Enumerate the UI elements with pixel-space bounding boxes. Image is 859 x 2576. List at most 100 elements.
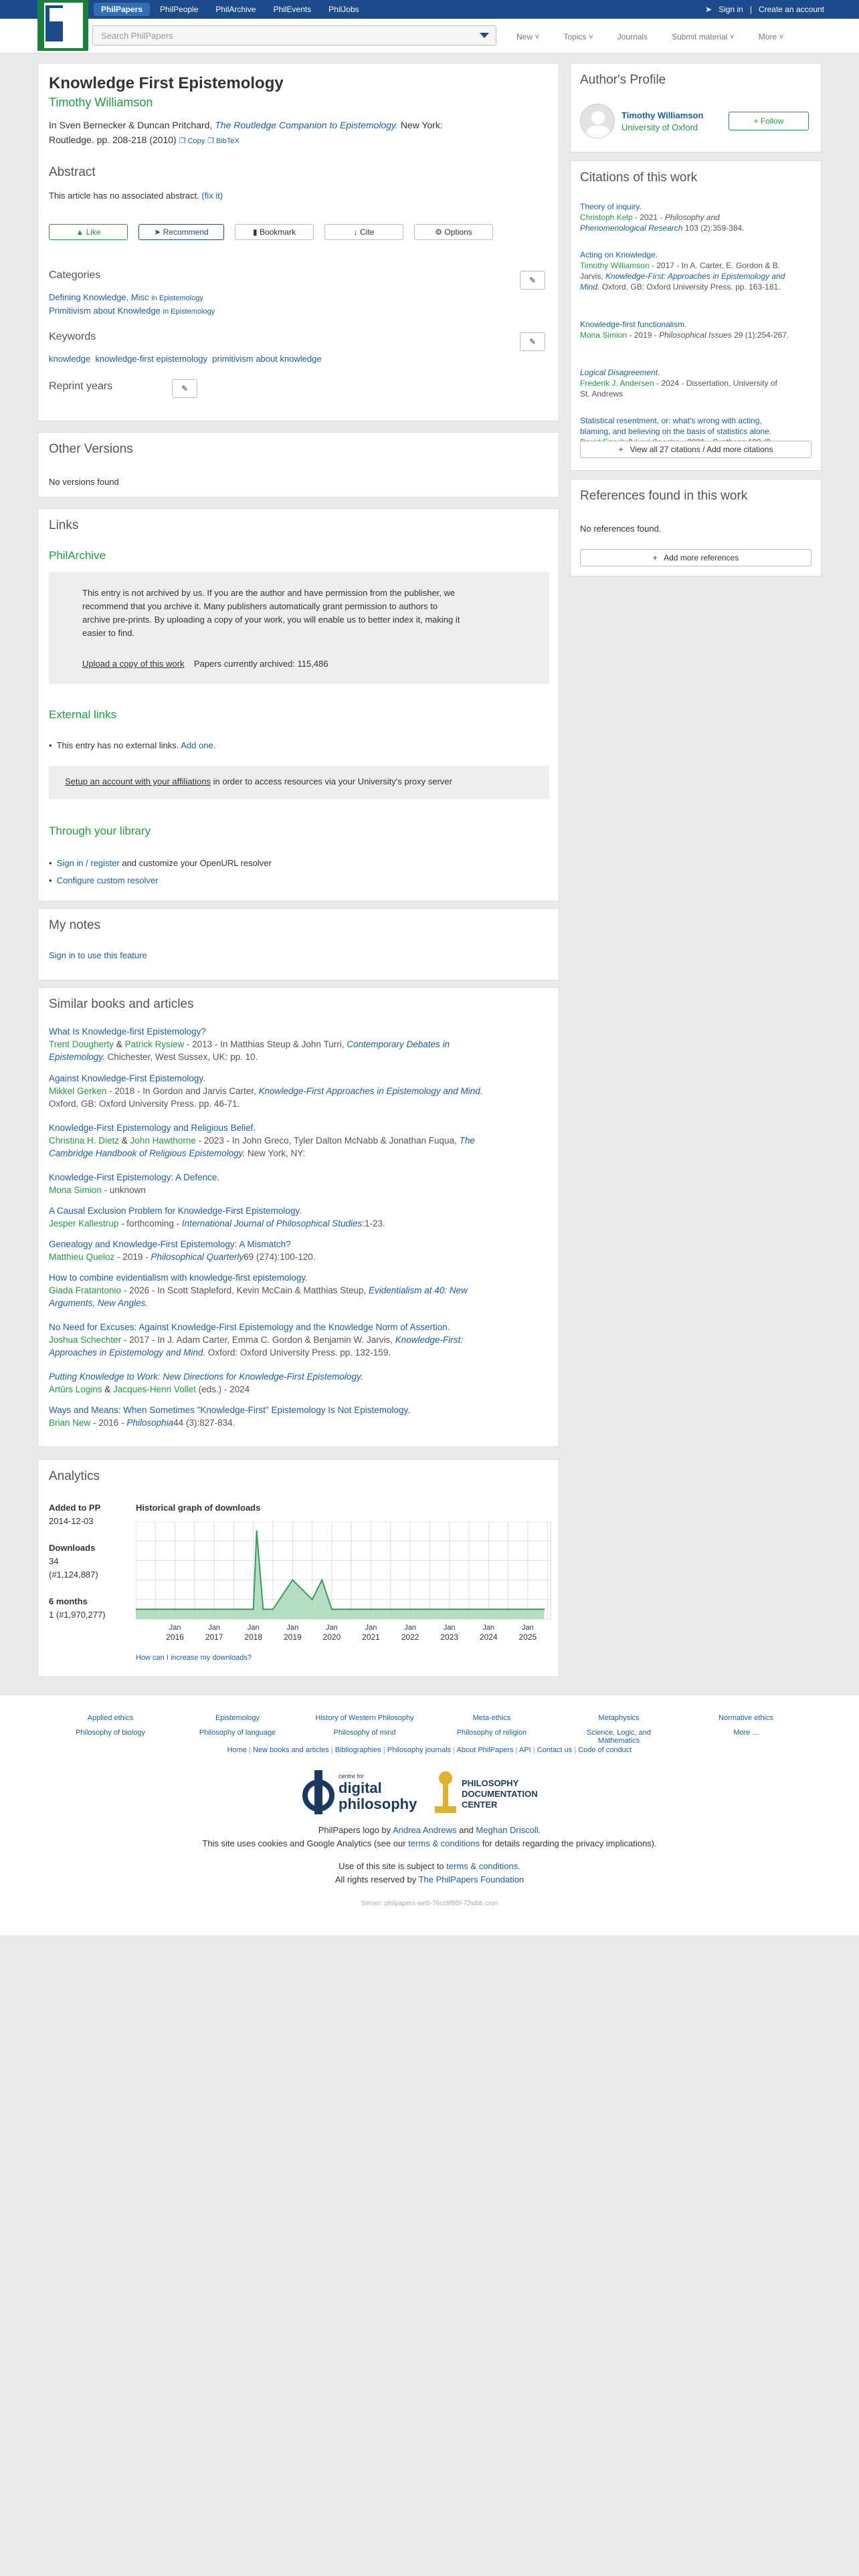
pdc-logo[interactable]: PHILOSOPHY DOCUMENTATION CENTER bbox=[432, 1769, 546, 1816]
footer-topic-link[interactable]: Philosophy of biology bbox=[60, 1729, 161, 1745]
similar-item-venue[interactable]: Cambridge Handbook of Religious Epistemo… bbox=[49, 1148, 248, 1158]
citation-journal[interactable]: Knowledge-First: Approaches in Epistemol… bbox=[605, 272, 785, 281]
nav-philarchive[interactable]: PhilArchive bbox=[208, 3, 263, 16]
recommend-button[interactable]: ➤ Recommend bbox=[138, 224, 224, 240]
citation-book-link[interactable]: The Routledge Companion to Epistemology. bbox=[215, 120, 398, 130]
similar-item-venue[interactable]: Contemporary Debates in bbox=[347, 1039, 450, 1049]
similar-item-author[interactable]: Joshua Schechter bbox=[49, 1335, 121, 1345]
similar-item-title[interactable]: Ways and Means: When Sometimes "Knowledg… bbox=[49, 1404, 557, 1416]
nav-philpeople[interactable]: PhilPeople bbox=[153, 3, 205, 16]
options-button[interactable]: ⚙ Options bbox=[414, 224, 493, 240]
similar-item-venue[interactable]: Evidentialism at 40: New bbox=[369, 1285, 468, 1295]
similar-item-author[interactable]: Artūrs Logins bbox=[49, 1384, 102, 1394]
menu-more[interactable]: More ˅ bbox=[759, 32, 784, 41]
cite-button[interactable]: ↓ Cite bbox=[324, 224, 403, 240]
similar-item-author[interactable]: John Hawthorne bbox=[130, 1136, 196, 1146]
citation-title[interactable]: Logical Disagreement. bbox=[580, 367, 814, 378]
citation-title[interactable]: Acting on Knowledge. bbox=[580, 249, 814, 260]
follow-button[interactable]: + Follow bbox=[729, 112, 809, 130]
sign-in-link[interactable]: Sign in bbox=[719, 5, 743, 14]
citation-title[interactable]: Theory of inquiry. bbox=[580, 201, 814, 212]
similar-item-title[interactable]: Putting Knowledge to Work: New Direction… bbox=[49, 1370, 557, 1383]
credit-link-2[interactable]: Meghan Driscoll. bbox=[476, 1825, 541, 1835]
footer-topic-link[interactable]: More ... bbox=[696, 1729, 796, 1745]
menu-new[interactable]: New ˅ bbox=[516, 32, 539, 41]
bibtex-link[interactable]: ❐ BibTeX bbox=[207, 137, 240, 145]
footer-topic-link[interactable]: Meta-ethics bbox=[442, 1714, 542, 1722]
nav-philevents[interactable]: PhilEvents bbox=[266, 3, 318, 16]
credit-link-1[interactable]: Andrea Andrews bbox=[393, 1825, 456, 1835]
similar-item-author[interactable]: Jesper Kallestrup bbox=[49, 1218, 118, 1228]
similar-item-venue[interactable]: Approaches in Epistemology and Mind. bbox=[49, 1348, 208, 1358]
edit-reprint-icon[interactable]: ✎ bbox=[172, 379, 197, 398]
footer-topic-link[interactable]: History of Western Philosophy bbox=[314, 1714, 415, 1722]
footer-topic-link[interactable]: Philosophy of mind bbox=[314, 1729, 415, 1745]
similar-item-author[interactable]: Patrick Rysiew bbox=[125, 1039, 185, 1049]
terms-link-2[interactable]: terms & conditions. bbox=[446, 1861, 520, 1871]
keyword-link[interactable]: primitivism about knowledge bbox=[212, 354, 321, 364]
keyword-link[interactable]: knowledge-first epistemology bbox=[95, 354, 207, 364]
configure-resolver-link[interactable]: Configure custom resolver bbox=[57, 875, 159, 885]
footer-link[interactable]: Philosophy journals bbox=[387, 1746, 451, 1754]
footer-link[interactable]: Home bbox=[227, 1746, 247, 1754]
citation-author[interactable]: Timothy Williamson bbox=[580, 261, 650, 270]
similar-item-venue[interactable]: Knowledge-First: bbox=[395, 1335, 463, 1345]
footer-link[interactable]: Contact us bbox=[537, 1746, 573, 1754]
category-1[interactable]: Defining Knowledge, Misc in Epistemology bbox=[49, 292, 203, 302]
view-all-citations-button[interactable]: + View all 27 citations / Add more citat… bbox=[580, 441, 812, 458]
nav-philjobs[interactable]: PhilJobs bbox=[321, 3, 366, 16]
citation-journal[interactable]: Mind. bbox=[580, 282, 602, 292]
citation-author[interactable]: Mona Simion bbox=[580, 330, 627, 340]
similar-item-title[interactable]: What Is Knowledge-first Epistemology? bbox=[49, 1025, 557, 1038]
philarchive-heading[interactable]: PhilArchive bbox=[49, 549, 106, 562]
similar-item-venue[interactable]: Arguments, New Angles. bbox=[49, 1298, 148, 1308]
similar-item-venue[interactable]: Epistemology. bbox=[49, 1052, 108, 1062]
affiliation-link[interactable]: Setup an account with your affiliations bbox=[65, 776, 211, 786]
footer-topic-link[interactable]: Philosophy of language bbox=[187, 1729, 288, 1745]
create-account-link[interactable]: Create an account bbox=[759, 5, 824, 14]
similar-item-title[interactable]: Knowledge-First Epistemology and Religio… bbox=[49, 1121, 557, 1134]
citation-title[interactable]: Statistical resentment, or: what's wrong… bbox=[580, 415, 814, 426]
edit-keywords-icon[interactable]: ✎ bbox=[520, 332, 545, 351]
citation-author[interactable]: Frederik J. Andersen bbox=[580, 379, 654, 388]
citation-title-2[interactable]: blaming, and believing on the basis of s… bbox=[580, 426, 814, 437]
profile-affiliation[interactable]: University of Oxford bbox=[622, 122, 698, 132]
similar-item-title[interactable]: How to combine evidentialism with knowle… bbox=[49, 1271, 557, 1284]
category-2[interactable]: Primitivism about Knowledge in Epistemol… bbox=[49, 306, 215, 316]
footer-link[interactable]: Bibliographies bbox=[335, 1746, 381, 1754]
footer-link[interactable]: Code of conduct bbox=[578, 1746, 632, 1754]
like-button[interactable]: ▲ Like bbox=[49, 224, 128, 240]
search-dropdown-icon[interactable] bbox=[480, 33, 489, 38]
similar-item-author[interactable]: Jacques-Henri Vollet bbox=[113, 1384, 196, 1394]
similar-item-author[interactable]: Mikkel Gerken bbox=[49, 1086, 106, 1096]
avatar[interactable] bbox=[580, 104, 615, 138]
similar-item-author[interactable]: Christina H. Dietz bbox=[49, 1136, 119, 1146]
citation-author[interactable]: Christoph Kelp bbox=[580, 213, 633, 222]
footer-topic-link[interactable]: Epistemology bbox=[187, 1714, 288, 1722]
similar-item-author[interactable]: Trent Dougherty bbox=[49, 1039, 114, 1049]
profile-name[interactable]: Timothy Williamson bbox=[622, 110, 703, 120]
copy-link[interactable]: ❐ Copy bbox=[179, 137, 205, 145]
footer-link[interactable]: API bbox=[519, 1746, 531, 1754]
similar-item-author[interactable]: Brian New bbox=[49, 1418, 90, 1428]
similar-item-title[interactable]: A Causal Exclusion Problem for Knowledge… bbox=[49, 1204, 557, 1217]
citation-title[interactable]: Knowledge-first functionalism. bbox=[580, 319, 814, 330]
philpapers-logo[interactable] bbox=[37, 0, 88, 51]
sign-in-register-link[interactable]: Sign in / register bbox=[57, 858, 120, 868]
citation-journal[interactable]: Phenomenological Research bbox=[580, 223, 685, 233]
footer-topic-link[interactable]: Metaphysics bbox=[569, 1714, 669, 1722]
similar-item-title[interactable]: Against Knowledge-First Epistemology. bbox=[49, 1072, 557, 1085]
similar-item-author[interactable]: Matthieu Queloz bbox=[49, 1252, 114, 1262]
similar-item-author[interactable]: Mona Simion bbox=[49, 1185, 102, 1195]
search-input[interactable]: Search PhilPapers bbox=[92, 25, 496, 45]
menu-journals[interactable]: Journals bbox=[617, 32, 648, 41]
citation-journal[interactable]: Philosophical Issues bbox=[659, 330, 734, 340]
similar-item-title[interactable]: Knowledge-First Epistemology: A Defence. bbox=[49, 1171, 557, 1184]
notes-signin-link[interactable]: Sign in to use this feature bbox=[49, 950, 147, 960]
edit-categories-icon[interactable]: ✎ bbox=[520, 271, 545, 290]
terms-link[interactable]: terms & conditions bbox=[408, 1838, 480, 1848]
fix-it-link[interactable]: (fix it) bbox=[201, 191, 223, 201]
similar-item-venue[interactable]: The bbox=[460, 1136, 475, 1146]
similar-item-venue[interactable]: Philosophia bbox=[126, 1418, 173, 1428]
menu-submit[interactable]: Submit material ˅ bbox=[672, 32, 735, 41]
